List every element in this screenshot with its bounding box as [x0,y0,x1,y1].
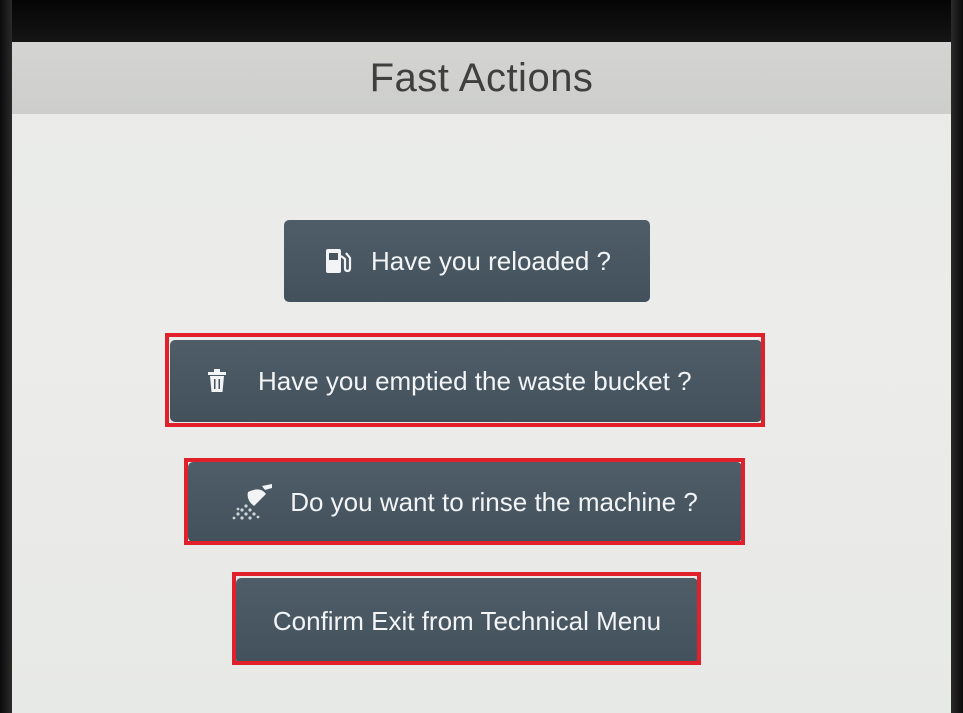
rinse-machine-button-label: Do you want to rinse the machine ? [290,486,698,517]
confirm-exit-button-label: Confirm Exit from Technical Menu [272,605,662,636]
header-bar: Fast Actions [12,42,951,114]
empty-waste-bucket-button-label: Have you emptied the waste bucket ? [258,365,692,396]
reload-button-label: Have you reloaded ? [371,245,611,276]
device-bezel-top [0,0,963,42]
confirm-exit-button[interactable]: Confirm Exit from Technical Menu [236,578,698,664]
reload-button[interactable]: Have you reloaded ? [284,220,650,302]
shower-icon [232,482,276,522]
touch-screen: Fast Actions Have you reloaded ? Have yo… [12,42,951,713]
trash-icon [206,369,228,393]
page-title: Fast Actions [369,55,594,100]
device-bezel-right [951,0,963,713]
empty-waste-bucket-button[interactable]: Have you emptied the waste bucket ? [170,340,762,422]
fuel-pump-icon [323,246,353,276]
rinse-machine-button[interactable]: Do you want to rinse the machine ? [188,462,742,542]
device-bezel-left [0,0,12,713]
